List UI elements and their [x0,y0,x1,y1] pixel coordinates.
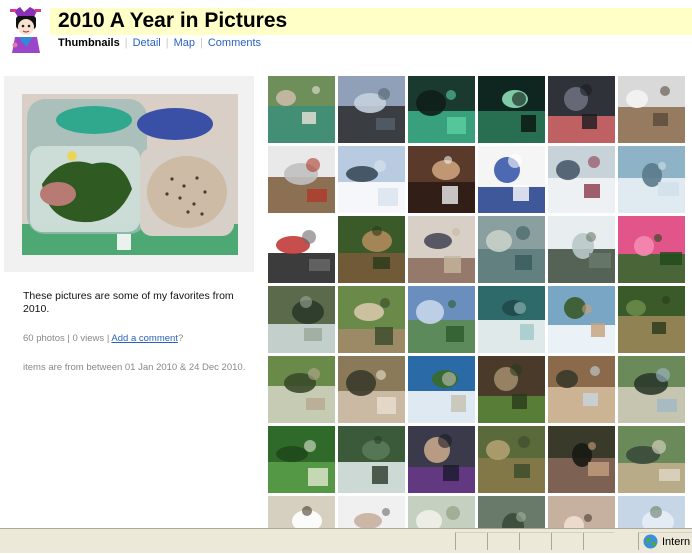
photo-thumbnail[interactable] [548,76,615,143]
photo-count: 60 photos [23,333,65,344]
photo-thumbnail[interactable] [408,76,475,143]
album-cover-panel [4,76,254,272]
add-comment-link[interactable]: Add a comment [111,333,178,344]
tab-map[interactable]: Map [174,37,195,49]
photo-thumbnail[interactable] [618,286,685,353]
photo-thumbnail[interactable] [338,216,405,283]
stats-separator: | [106,333,110,344]
photo-thumbnail[interactable] [408,496,475,528]
status-panel [455,532,486,550]
photo-thumbnail[interactable] [408,146,475,213]
tab-thumbnails[interactable]: Thumbnails [58,37,120,49]
photo-thumbnail[interactable] [548,496,615,528]
photo-thumbnail[interactable] [618,146,685,213]
view-tabs: Thumbnails | Detail | Map | Comments [58,37,261,49]
photo-thumbnail[interactable] [268,146,335,213]
photo-thumbnail[interactable] [548,146,615,213]
photo-thumbnail[interactable] [338,146,405,213]
status-panel [583,532,614,550]
photo-thumbnail[interactable] [478,286,545,353]
album-header: 2010 A Year in Pictures Thumbnails | Detai… [0,0,692,60]
photo-thumbnail[interactable] [268,356,335,423]
photo-thumbnail[interactable] [618,496,685,528]
internet-zone-globe-icon [643,534,658,549]
photo-thumbnail[interactable] [408,426,475,493]
photo-thumbnail[interactable] [268,496,335,528]
photo-thumbnail[interactable] [268,216,335,283]
photo-thumbnail[interactable] [268,76,335,143]
photo-thumbnail[interactable] [618,426,685,493]
photo-thumbnail[interactable] [338,426,405,493]
photo-thumbnail[interactable] [478,426,545,493]
tab-comments[interactable]: Comments [208,37,261,49]
photo-thumbnail[interactable] [478,146,545,213]
album-description: These pictures are some of my favorites … [23,290,234,315]
photo-thumbnail[interactable] [338,356,405,423]
help-mark[interactable]: ? [178,333,183,344]
photo-thumbnail[interactable] [478,496,545,528]
user-avatar[interactable] [6,5,46,55]
photo-thumbnail[interactable] [408,286,475,353]
photo-thumbnail[interactable] [338,76,405,143]
photo-thumbnail[interactable] [618,356,685,423]
photo-thumbnail[interactable] [338,496,405,528]
browser-status-bar: Intern [0,528,692,553]
status-panel [519,532,550,550]
photo-thumbnail[interactable] [478,76,545,143]
photo-thumbnail[interactable] [408,216,475,283]
status-panel [487,532,518,550]
album-title: 2010 A Year in Pictures [58,9,288,32]
stats-separator: | [67,333,70,344]
photo-thumbnail[interactable] [548,216,615,283]
tab-divider: | [199,37,203,49]
photo-thumbnail[interactable] [478,216,545,283]
photo-thumbnail[interactable] [338,286,405,353]
thumbnail-grid [268,76,692,528]
photo-thumbnail[interactable] [618,76,685,143]
photo-thumbnail[interactable] [478,356,545,423]
tab-divider: | [124,37,128,49]
photo-thumbnail[interactable] [268,286,335,353]
photo-thumbnail[interactable] [408,356,475,423]
photo-thumbnail[interactable] [618,216,685,283]
status-panel [551,532,582,550]
photo-thumbnail[interactable] [548,356,615,423]
photo-thumbnail[interactable] [548,286,615,353]
view-count: 0 views [72,333,105,344]
date-range: items are from between 01 Jan 2010 & 24 … [23,362,246,373]
photo-thumbnail[interactable] [268,426,335,493]
photo-thumbnail[interactable] [548,426,615,493]
album-stats: 60 photos | 0 views | Add a comment? [23,333,183,344]
album-cover-image[interactable] [22,94,238,255]
tab-divider: | [165,37,169,49]
security-zone-label: Intern [662,536,691,548]
tab-detail[interactable]: Detail [133,37,161,49]
